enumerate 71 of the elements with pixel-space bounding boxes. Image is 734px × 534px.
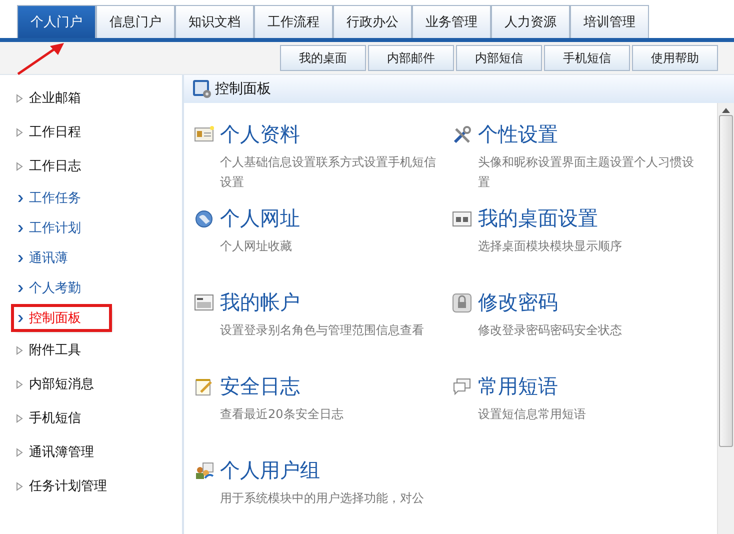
setting-link[interactable]: 个人资料 — [220, 121, 300, 148]
sidebar-item[interactable]: 工作任务 — [18, 187, 109, 209]
scrollbar[interactable] — [717, 103, 734, 534]
triangle-icon — [16, 448, 23, 456]
setting-link[interactable]: 个人网址 — [220, 205, 300, 232]
triangle-icon — [16, 414, 23, 422]
lock-icon — [452, 292, 472, 312]
triangle-icon — [16, 346, 23, 354]
sidebar-item[interactable]: 工作计划 — [18, 217, 109, 239]
notepad-pencil-icon — [194, 376, 214, 396]
bullet-icon — [18, 254, 23, 262]
setting-description: 个人网址收藏 — [219, 238, 293, 255]
setting-description: 查看最近20条安全日志 — [219, 406, 344, 423]
nav-tab[interactable]: 工作流程 — [254, 5, 333, 38]
setting-description: 个人基础信息设置联系方式设置手机短信设置 — [219, 154, 437, 191]
sidebar-item[interactable]: 通讯簿管理 — [16, 441, 122, 463]
bullet-icon — [18, 284, 23, 292]
setting-link[interactable]: 修改密码 — [478, 289, 558, 316]
setting-link[interactable]: 我的帐户 — [220, 289, 300, 316]
panel-title: 控制面板 — [215, 80, 271, 98]
control-panel-icon — [192, 79, 212, 99]
sidebar-item[interactable]: 附件工具 — [16, 339, 109, 361]
toolbar-button[interactable]: 我的桌面 — [280, 45, 366, 71]
triangle-icon — [16, 94, 23, 102]
annotation-arrow — [16, 42, 66, 76]
nav-tab[interactable]: 人力资源 — [491, 5, 570, 38]
sidebar-item[interactable]: 通讯薄 — [18, 247, 96, 269]
setting-description: 设置短信息常用短语 — [477, 406, 587, 423]
setting-link[interactable]: 个人用户组 — [220, 457, 320, 484]
sidebar-item[interactable]: 手机短信 — [16, 407, 109, 429]
document-icon — [194, 292, 214, 312]
sidebar-item[interactable]: 任务计划管理 — [16, 475, 135, 497]
setting-description: 设置登录别名角色与管理范围信息查看 — [219, 322, 425, 339]
sidebar-item[interactable]: 工作日志 — [16, 155, 109, 177]
setting-description: 修改登录密码密码安全状态 — [477, 322, 623, 339]
nav-tab[interactable]: 信息门户 — [96, 5, 175, 38]
sidebar-item[interactable]: 内部短消息 — [16, 373, 122, 395]
nav-tab[interactable]: 个人门户 — [17, 5, 96, 38]
setting-link[interactable]: 我的桌面设置 — [478, 205, 598, 232]
bullet-icon — [18, 314, 23, 322]
sidebar-item[interactable]: 个人考勤 — [18, 277, 109, 299]
sidebar-item[interactable]: 控制面板 — [14, 307, 109, 329]
globe-icon — [194, 208, 214, 228]
nav-tab[interactable]: 知识文档 — [175, 5, 254, 38]
toolbar-button[interactable]: 使用帮助 — [632, 45, 718, 71]
bullet-icon — [18, 194, 23, 202]
id-card-icon — [194, 124, 214, 144]
sidebar-item[interactable]: 工作日程 — [16, 121, 109, 143]
triangle-icon — [16, 128, 23, 136]
setting-description: 头像和昵称设置界面主题设置个人习惯设置 — [477, 154, 695, 191]
nav-tab[interactable]: 行政办公 — [333, 5, 412, 38]
toolbar-button[interactable]: 内部短信 — [456, 45, 542, 71]
sidebar-item[interactable]: 企业邮箱 — [16, 87, 109, 109]
triangle-icon — [16, 380, 23, 388]
setting-description: 选择桌面模块模块显示顺序 — [477, 238, 623, 255]
toolbar-button[interactable]: 内部邮件 — [368, 45, 454, 71]
window-icon — [452, 208, 472, 228]
setting-link[interactable]: 个性设置 — [478, 121, 558, 148]
triangle-icon — [16, 482, 23, 490]
wrench-screwdriver-icon — [452, 124, 472, 144]
triangle-icon — [16, 162, 23, 170]
setting-description: 用于系统模块中的用户选择功能，对公 — [219, 490, 425, 507]
nav-tab[interactable]: 业务管理 — [412, 5, 491, 38]
nav-tab[interactable]: 培训管理 — [570, 5, 649, 38]
setting-link[interactable]: 安全日志 — [220, 373, 300, 400]
scroll-up-icon[interactable] — [722, 107, 730, 113]
chat-bubbles-icon — [452, 376, 472, 396]
bullet-icon — [18, 224, 23, 232]
setting-link[interactable]: 常用短语 — [478, 373, 558, 400]
users-icon — [194, 460, 214, 480]
toolbar-button[interactable]: 手机短信 — [544, 45, 630, 71]
